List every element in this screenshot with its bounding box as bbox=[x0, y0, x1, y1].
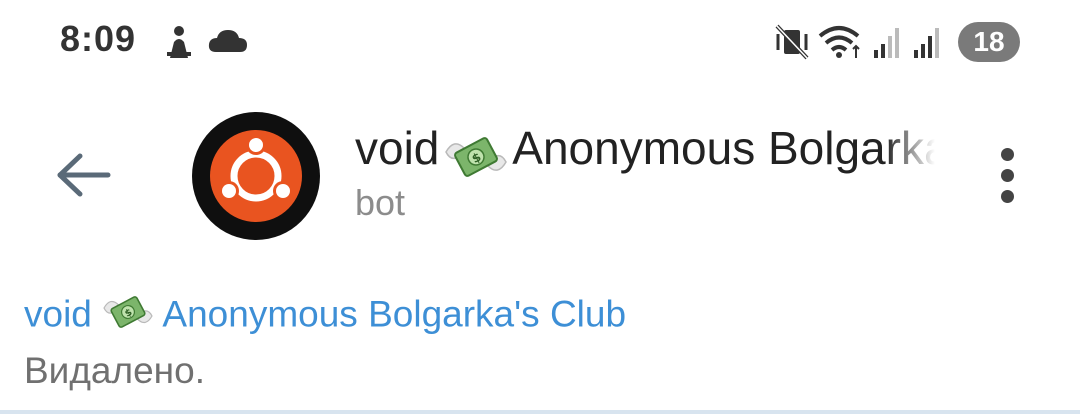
message-text: Видалено. bbox=[24, 350, 205, 391]
sleeping-person-icon bbox=[164, 24, 194, 65]
menu-dot bbox=[1001, 169, 1014, 182]
signal-icon bbox=[872, 24, 902, 65]
divider bbox=[0, 410, 1080, 414]
message-sender-prefix: void bbox=[24, 293, 92, 335]
signal-icon bbox=[912, 24, 942, 65]
menu-dot bbox=[1001, 148, 1014, 161]
chat-title-prefix: void bbox=[355, 122, 440, 174]
muted-vibrate-icon bbox=[775, 24, 809, 65]
money-with-wings-icon: $ bbox=[102, 292, 154, 341]
chat-header: void $ Anonymous Bolgarka's Club bot bbox=[0, 100, 1080, 250]
message-sender[interactable]: void $ Anonymous Bolgarka's Club bbox=[24, 292, 626, 341]
wifi-icon bbox=[818, 24, 864, 65]
menu-dot bbox=[1001, 190, 1014, 203]
money-with-wings-icon: $ bbox=[444, 132, 508, 178]
status-bar: 8:09 18 bbox=[0, 0, 1080, 84]
chat-subtitle: bot bbox=[355, 182, 406, 223]
more-menu-button[interactable] bbox=[990, 148, 1026, 204]
chat-title[interactable]: void $ Anonymous Bolgarka's Club bbox=[355, 118, 935, 178]
status-time: 8:09 bbox=[60, 18, 137, 59]
battery-badge: 18 bbox=[958, 22, 1020, 62]
ubuntu-logo bbox=[210, 130, 302, 222]
avatar[interactable] bbox=[192, 112, 320, 240]
arrow-left-icon bbox=[57, 153, 111, 197]
cloud-icon bbox=[208, 28, 248, 59]
title-fade bbox=[885, 118, 935, 178]
back-button[interactable] bbox=[52, 150, 116, 200]
message-sender-suffix: Anonymous Bolgarka's Club bbox=[162, 293, 627, 335]
chat-title-suffix: Anonymous Bolgarka's Club bbox=[512, 122, 935, 174]
